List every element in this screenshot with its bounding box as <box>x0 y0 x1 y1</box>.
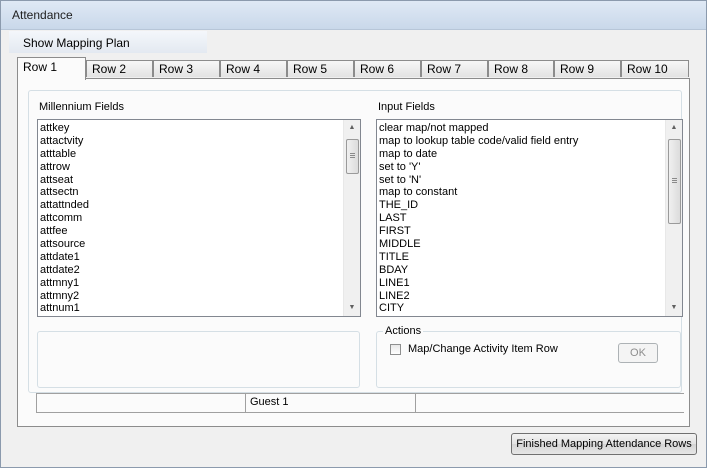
millennium-field-list-item[interactable]: attrow <box>38 161 360 174</box>
millennium-fields-scrollbar[interactable]: ▲ ▼ <box>343 120 360 316</box>
millennium-field-list-item[interactable]: atttable <box>38 148 360 161</box>
scroll-grip-icon <box>350 153 355 154</box>
ok-button[interactable]: OK <box>618 343 658 363</box>
input-field-list-item[interactable]: LINE1 <box>377 277 682 290</box>
tab-row-1[interactable]: Row 1 <box>17 57 86 80</box>
input-field-list-item[interactable]: MIDDLE <box>377 238 682 251</box>
millennium-fields-label: Millennium Fields <box>39 101 124 113</box>
input-field-list-item[interactable]: LAST <box>377 212 682 225</box>
millennium-field-list-item[interactable]: attsectn <box>38 186 360 199</box>
millennium-field-list-item[interactable]: attcomm <box>38 212 360 225</box>
attendance-window: Attendance Show Mapping Plan Row 10 Row … <box>0 0 707 468</box>
tab-panel-row-1: Millennium Fields Input Fields attkey att… <box>17 78 690 427</box>
millennium-field-list-item[interactable]: attkey <box>38 122 360 135</box>
millennium-field-list-item[interactable]: attdate1 <box>38 251 360 264</box>
millennium-field-list-item[interactable]: attattnded <box>38 199 360 212</box>
millennium-fields-list[interactable]: attkey attactvity atttable attrow attseat att… <box>37 119 361 317</box>
scroll-grip-icon <box>672 182 677 183</box>
input-field-list-item[interactable]: set to 'Y' <box>377 161 682 174</box>
tab-row-2[interactable]: Row 2 <box>86 60 153 77</box>
scroll-grip-icon <box>672 180 677 181</box>
millennium-field-list-item[interactable]: attsource <box>38 238 360 251</box>
millennium-field-list-item[interactable]: attactvity <box>38 135 360 148</box>
millennium-field-list-item[interactable]: attmny1 <box>38 277 360 290</box>
actions-group: Actions Map/Change Activity Item Row OK <box>376 325 681 388</box>
tab-row-10[interactable]: Row 10 <box>621 60 689 77</box>
input-field-list-item[interactable]: BDAY <box>377 264 682 277</box>
scroll-down-arrow-icon[interactable]: ▼ <box>344 300 360 316</box>
window-title: Attendance <box>12 8 73 22</box>
tab-row-4[interactable]: Row 4 <box>220 60 287 77</box>
millennium-field-list-item[interactable]: attmny2 <box>38 290 360 303</box>
millennium-field-list-item[interactable]: attfee <box>38 225 360 238</box>
title-bar: Attendance <box>1 1 706 30</box>
input-field-list-item[interactable]: LINE2 <box>377 290 682 303</box>
status-bar: Guest 1 <box>36 393 684 413</box>
tab-row-8[interactable]: Row 8 <box>488 60 554 77</box>
actions-legend: Actions <box>383 325 424 337</box>
details-box <box>37 331 360 388</box>
input-field-list-item[interactable]: FIRST <box>377 225 682 238</box>
input-fields-list[interactable]: clear map/not mapped map to lookup table … <box>376 119 683 317</box>
input-field-list-item[interactable]: map to constant <box>377 186 682 199</box>
input-fields-scrollbar[interactable]: ▲ ▼ <box>665 120 682 316</box>
scroll-grip-icon <box>672 178 677 179</box>
input-field-list-item[interactable]: map to lookup table code/valid field ent… <box>377 135 682 148</box>
scroll-grip-icon <box>350 157 355 158</box>
status-cell-left <box>36 394 246 413</box>
scroll-up-arrow-icon[interactable]: ▲ <box>666 120 682 136</box>
scroll-down-arrow-icon[interactable]: ▼ <box>666 300 682 316</box>
tab-row-9[interactable]: Row 9 <box>554 60 621 77</box>
tab-row-5[interactable]: Row 5 <box>287 60 354 77</box>
input-field-list-item[interactable]: CITY <box>377 302 682 315</box>
scroll-up-arrow-icon[interactable]: ▲ <box>344 120 360 136</box>
scroll-grip-icon <box>350 155 355 156</box>
input-field-list-item[interactable]: map to date <box>377 148 682 161</box>
input-field-list-item[interactable]: TITLE <box>377 251 682 264</box>
finished-mapping-button[interactable]: Finished Mapping Attendance Rows <box>511 433 697 455</box>
millennium-field-list-item[interactable]: attnum1 <box>38 302 360 315</box>
input-field-list-item[interactable]: THE_ID <box>377 199 682 212</box>
map-change-activity-checkbox[interactable] <box>390 344 401 355</box>
tab-row-6[interactable]: Row 6 <box>354 60 421 77</box>
menu-bar: Show Mapping Plan <box>9 31 207 53</box>
tab-row-3[interactable]: Row 3 <box>153 60 220 77</box>
scroll-thumb[interactable] <box>346 139 359 174</box>
tab-row-7[interactable]: Row 7 <box>421 60 488 77</box>
status-cell-right <box>415 394 684 413</box>
scroll-thumb[interactable] <box>668 139 681 224</box>
map-change-activity-label[interactable]: Map/Change Activity Item Row <box>408 343 558 355</box>
input-field-list-item[interactable]: clear map/not mapped <box>377 122 682 135</box>
input-field-list-item[interactable]: set to 'N' <box>377 174 682 187</box>
input-fields-label: Input Fields <box>378 101 435 113</box>
millennium-field-list-item[interactable]: attseat <box>38 174 360 187</box>
menu-show-mapping-plan[interactable]: Show Mapping Plan <box>23 36 130 50</box>
status-cell-guest: Guest 1 <box>245 394 416 413</box>
millennium-field-list-item[interactable]: attdate2 <box>38 264 360 277</box>
